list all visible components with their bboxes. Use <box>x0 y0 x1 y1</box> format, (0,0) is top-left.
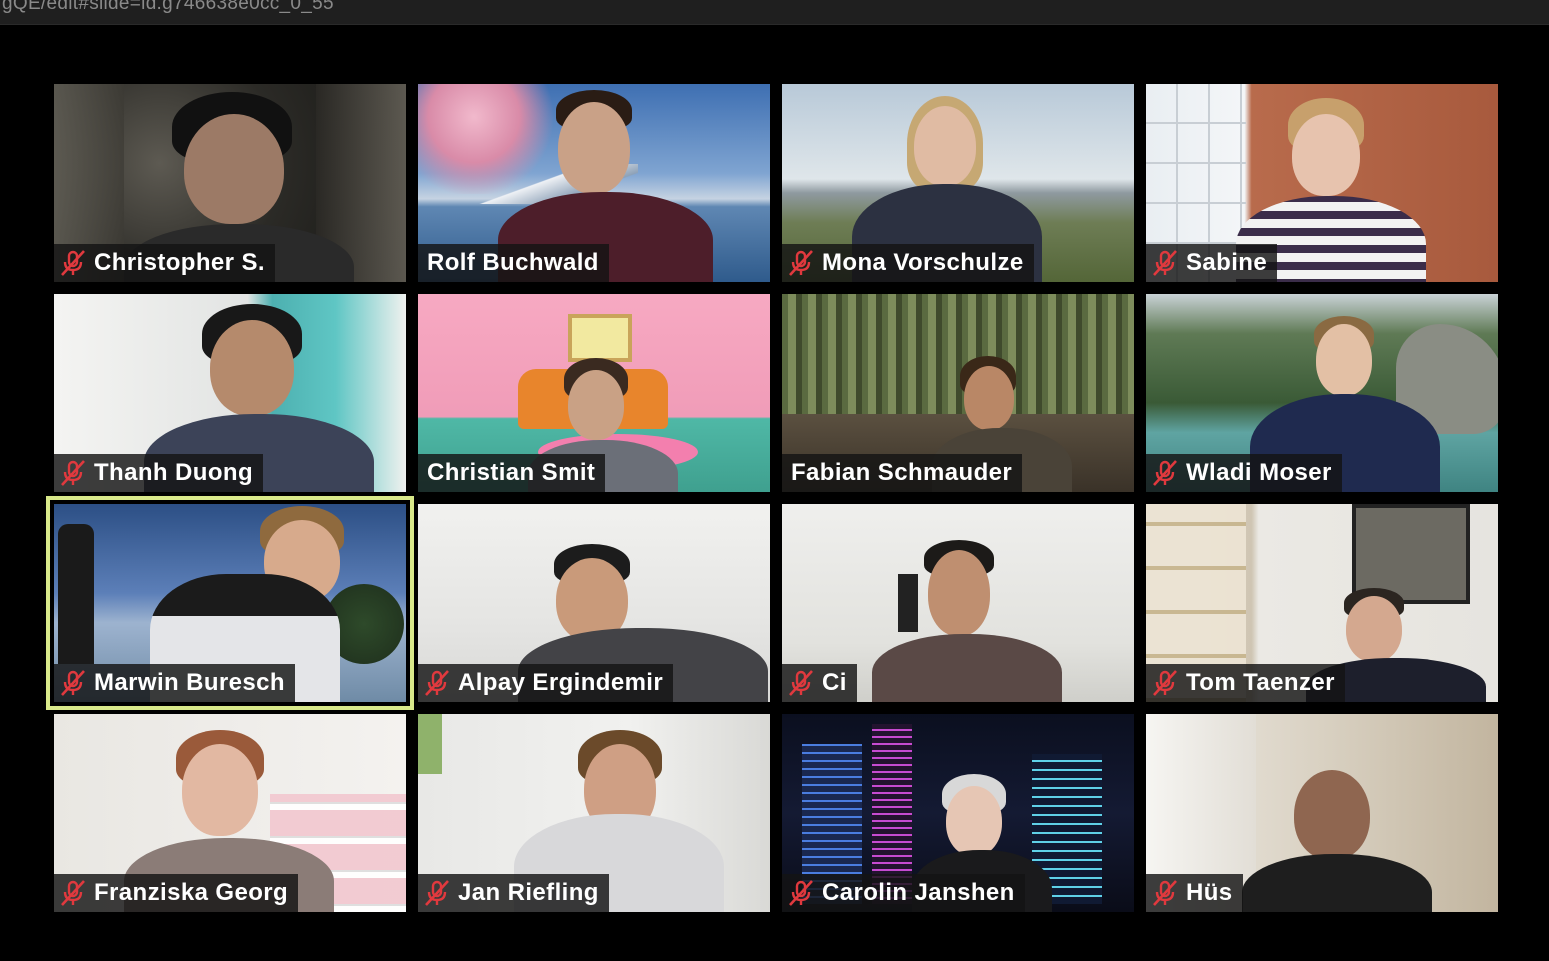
video-tile[interactable]: Sabine <box>1146 84 1498 282</box>
video-tile[interactable]: Wladi Moser <box>1146 294 1498 492</box>
participant-name: Carolin Janshen <box>822 879 1015 906</box>
participant-face <box>928 550 990 636</box>
participant-name-tag: Jan Riefling <box>418 874 609 912</box>
browser-url-bar[interactable]: gQE/edit#slide=id.g746638e0cc_0_55 <box>0 0 1549 25</box>
participant-name-tag: Fabian Schmauder <box>782 454 1023 492</box>
gallery-view: Christopher S. Rolf Buchwald Mona Vorsch… <box>0 25 1549 961</box>
participant-name: Franziska Georg <box>94 879 289 906</box>
participant-face <box>184 114 284 224</box>
participant-face <box>1316 324 1372 396</box>
participant-name-tag: Sabine <box>1146 244 1278 282</box>
mic-muted-icon <box>789 670 813 696</box>
video-tile[interactable]: Tom Taenzer <box>1146 504 1498 702</box>
mic-muted-icon <box>425 670 449 696</box>
participant-name: Wladi Moser <box>1186 459 1332 486</box>
participant-name-tag: Mona Vorschulze <box>782 244 1034 282</box>
participant-face <box>558 102 630 194</box>
participant-name-tag: Hüs <box>1146 874 1243 912</box>
video-tile[interactable]: Alpay Ergindemir <box>418 504 770 702</box>
video-tile[interactable]: Carolin Janshen <box>782 714 1134 912</box>
picture-frame <box>898 574 918 632</box>
participant-name: Sabine <box>1186 249 1268 276</box>
participant-name-tag: Ci <box>782 664 857 702</box>
participant-name-tag: Marwin Buresch <box>54 664 295 702</box>
participant-name: Fabian Schmauder <box>791 459 1013 486</box>
mic-muted-icon <box>1153 880 1177 906</box>
participant-name-tag: Franziska Georg <box>54 874 299 912</box>
participant-name: Mona Vorschulze <box>822 249 1024 276</box>
participant-name-tag: Thanh Duong <box>54 454 264 492</box>
participant-body <box>872 634 1062 702</box>
mic-muted-icon <box>61 250 85 276</box>
mic-muted-icon <box>61 880 85 906</box>
mic-muted-icon <box>61 670 85 696</box>
participant-face <box>568 370 624 440</box>
mic-muted-icon <box>61 460 85 486</box>
mic-muted-icon <box>1153 460 1177 486</box>
video-tile[interactable]: Christian Smit <box>418 294 770 492</box>
participant-name-tag: Wladi Moser <box>1146 454 1342 492</box>
mic-muted-icon <box>425 880 449 906</box>
participant-face <box>1292 114 1360 196</box>
participant-name: Rolf Buchwald <box>427 249 599 276</box>
participant-face <box>182 744 258 836</box>
video-tile[interactable]: Mona Vorschulze <box>782 84 1134 282</box>
participant-face <box>946 786 1002 856</box>
participant-name-tag: Christopher S. <box>54 244 275 282</box>
video-tile[interactable]: Thanh Duong <box>54 294 406 492</box>
background-object <box>58 524 94 664</box>
participant-name-tag: Alpay Ergindemir <box>418 664 674 702</box>
url-text: gQE/edit#slide=id.g746638e0cc_0_55 <box>2 0 334 14</box>
participant-name-tag: Christian Smit <box>418 454 606 492</box>
video-tile[interactable]: Franziska Georg <box>54 714 406 912</box>
participant-name: Thanh Duong <box>94 459 254 486</box>
picture-frame <box>568 314 632 362</box>
mic-muted-icon <box>1153 670 1177 696</box>
participant-face <box>210 320 294 416</box>
participant-name: Hüs <box>1186 879 1233 906</box>
participant-name: Ci <box>822 669 847 696</box>
video-tile[interactable]: Ci <box>782 504 1134 702</box>
participant-face <box>914 106 976 186</box>
participant-name-tag: Rolf Buchwald <box>418 244 609 282</box>
plant <box>418 714 442 774</box>
participant-name: Tom Taenzer <box>1186 669 1335 696</box>
participant-face <box>1346 596 1402 662</box>
participant-name: Christopher S. <box>94 249 265 276</box>
participant-name: Jan Riefling <box>458 879 599 906</box>
participant-face <box>1294 770 1370 860</box>
participant-name: Christian Smit <box>427 459 596 486</box>
video-tile[interactable]: Rolf Buchwald <box>418 84 770 282</box>
mic-muted-icon <box>789 250 813 276</box>
video-tile[interactable]: Christopher S. <box>54 84 406 282</box>
mic-muted-icon <box>789 880 813 906</box>
participant-name: Alpay Ergindemir <box>458 669 664 696</box>
participant-name: Marwin Buresch <box>94 669 285 696</box>
video-tile-active-speaker[interactable]: Marwin Buresch <box>46 496 414 710</box>
participant-face <box>964 366 1014 430</box>
video-tile[interactable]: Hüs <box>1146 714 1498 912</box>
mic-muted-icon <box>1153 250 1177 276</box>
participant-name-tag: Tom Taenzer <box>1146 664 1345 702</box>
participant-name-tag: Carolin Janshen <box>782 874 1025 912</box>
video-tile[interactable]: Fabian Schmauder <box>782 294 1134 492</box>
video-tile[interactable]: Jan Riefling <box>418 714 770 912</box>
